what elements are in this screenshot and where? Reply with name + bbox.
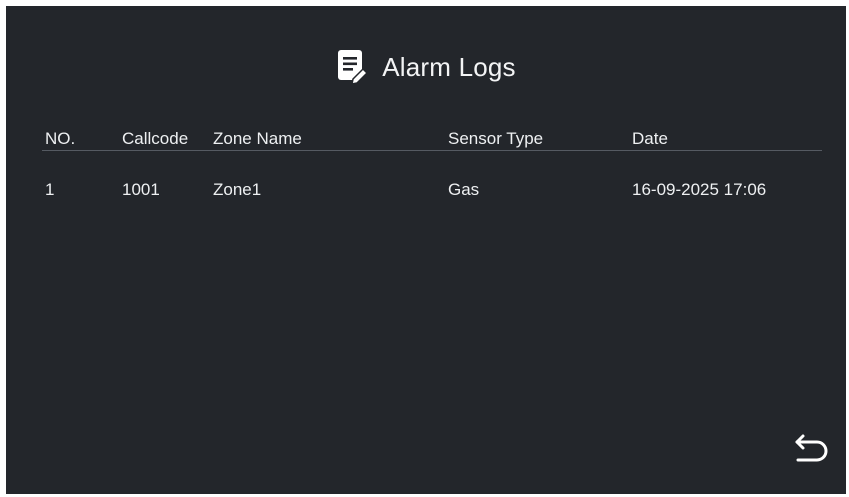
- page-title: Alarm Logs: [382, 51, 516, 82]
- column-header-no: NO.: [45, 129, 76, 148]
- table-row[interactable]: 1 1001 Zone1 Gas 16-09-2025 17:06: [6, 166, 846, 212]
- notepad-icon: [338, 50, 369, 85]
- page-header: Alarm Logs: [6, 44, 846, 90]
- cell-date: 16-09-2025 17:06: [632, 180, 767, 199]
- column-header-callcode: Callcode: [122, 129, 189, 148]
- header-divider: [42, 150, 822, 151]
- cell-sensor-type: Gas: [448, 180, 480, 199]
- alarm-log-list: 1 1001 Zone1 Gas 16-09-2025 17:06: [6, 166, 846, 212]
- alarm-logs-screen: Alarm Logs NO. Callcode Zone Name Sensor…: [6, 6, 846, 494]
- column-header-zone-name: Zone Name: [213, 129, 302, 148]
- back-arrow-icon: [795, 434, 828, 462]
- cell-no: 1: [45, 180, 55, 199]
- column-header-date: Date: [632, 129, 668, 148]
- table-header: NO. Callcode Zone Name Sensor Type Date: [6, 114, 846, 154]
- column-header-sensor-type: Sensor Type: [448, 129, 544, 148]
- cell-zone-name: Zone1: [213, 180, 262, 199]
- cell-callcode: 1001: [122, 180, 160, 199]
- back-button[interactable]: [788, 428, 832, 472]
